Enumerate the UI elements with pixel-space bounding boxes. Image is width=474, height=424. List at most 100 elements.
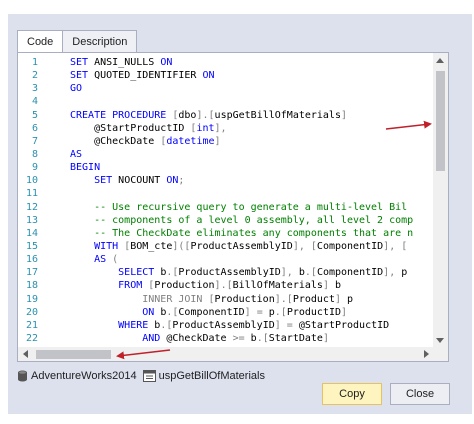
code-line: 19 INNER JOIN [Production].[Product] p xyxy=(18,293,434,306)
code-token: ProductAssemblyID xyxy=(172,319,275,331)
code-token: FROM xyxy=(70,280,149,292)
line-number: 22 xyxy=(25,332,38,344)
code-line: 8 AS xyxy=(18,148,434,161)
code-line: 7 @CheckDate [datetime] xyxy=(18,135,434,148)
scroll-left-arrow-icon[interactable] xyxy=(23,350,28,358)
code-line: 2 SET QUOTED_IDENTIFIER ON xyxy=(18,69,434,82)
stored-procedure-icon xyxy=(142,370,156,382)
tab-description[interactable]: Description xyxy=(62,30,138,52)
code-token: INNER JOIN xyxy=(70,293,209,305)
code-token: BillOfMaterials xyxy=(232,280,323,292)
code-token: Product xyxy=(292,293,335,305)
copy-button[interactable]: Copy xyxy=(322,383,382,405)
line-number: 18 xyxy=(25,280,38,292)
line-number: 7 xyxy=(31,135,38,147)
code-token: ComponentID xyxy=(178,306,245,318)
line-number: 16 xyxy=(25,254,38,266)
code-line: 4 xyxy=(18,95,434,108)
code-token: -- Use recursive query to generate a mul… xyxy=(70,201,408,213)
line-number: 13 xyxy=(25,214,38,226)
code-token: ANSI_NULLS xyxy=(94,57,161,68)
scroll-up-arrow-icon[interactable] xyxy=(436,58,444,63)
code-token: = xyxy=(280,319,299,331)
code-token: @CheckDate xyxy=(70,135,161,147)
code-token: ComponentID xyxy=(316,267,384,279)
line-number: 20 xyxy=(25,306,38,318)
code-token: -- The CheckDate eliminates any componen… xyxy=(70,227,414,239)
line-number: 2 xyxy=(31,70,38,82)
vertical-scrollbar[interactable] xyxy=(433,53,448,348)
code-token: ON xyxy=(70,306,161,318)
database-icon xyxy=(18,370,27,382)
code-token: ProductAssemblyID xyxy=(190,240,293,252)
line-number: 11 xyxy=(25,188,38,200)
scroll-down-arrow-icon[interactable] xyxy=(436,338,444,343)
close-button[interactable]: Close xyxy=(390,383,450,405)
code-line: 13 -- components of a level 0 assembly, … xyxy=(18,214,434,227)
code-token: WITH xyxy=(70,240,125,252)
code-token: AS xyxy=(70,148,83,160)
code-token: ] xyxy=(214,135,221,147)
code-token: p xyxy=(341,293,354,305)
code-token: SET xyxy=(70,175,119,187)
line-number: 21 xyxy=(25,319,38,331)
code-line: 16 AS ( xyxy=(18,253,434,266)
scrollbar-corner xyxy=(433,347,448,361)
code-token: , [ xyxy=(389,240,408,252)
line-number: 6 xyxy=(31,122,38,134)
code-editor[interactable]: 1 SET ANSI_NULLS ON 2 SET QUOTED_IDENTIFIER… xyxy=(17,52,449,362)
code-line: 20 ON b.[ComponentID] = p.[ProductID] xyxy=(18,306,434,319)
line-number: 4 xyxy=(31,96,38,108)
code-token: WHERE xyxy=(70,319,155,331)
code-token: @StartProductID xyxy=(298,319,390,331)
line-number: 5 xyxy=(31,109,38,121)
horizontal-scroll-thumb[interactable] xyxy=(36,350,111,359)
code-text-area[interactable]: 1 SET ANSI_NULLS ON 2 SET QUOTED_IDENTIFIER… xyxy=(18,56,434,348)
code-token: ] xyxy=(322,332,329,344)
code-token: , xyxy=(298,240,311,252)
code-token: ON xyxy=(166,175,179,187)
status-database: AdventureWorks2014 xyxy=(17,370,137,382)
code-token: AND xyxy=(142,332,167,344)
code-token: int xyxy=(196,122,215,134)
code-token: , xyxy=(389,267,402,279)
code-line: 14 -- The CheckDate eliminates any compo… xyxy=(18,227,434,240)
code-token: Production xyxy=(214,293,275,305)
database-name: AdventureWorks2014 xyxy=(31,370,137,382)
tab-strip: Code Description xyxy=(17,30,138,52)
line-number: 8 xyxy=(31,148,38,160)
code-token: SELECT xyxy=(70,267,161,279)
code-line: 18 FROM [Production].[BillOfMaterials] b xyxy=(18,279,434,292)
line-number: 14 xyxy=(25,227,38,239)
code-token: AS xyxy=(70,254,113,266)
code-line: 17 SELECT b.[ProductAssemblyID], b.[Comp… xyxy=(18,266,434,279)
code-line: 11 xyxy=(18,187,434,200)
code-token: ( xyxy=(112,254,119,266)
status-bar: AdventureWorks2014 uspGetBillOfMaterials xyxy=(17,368,271,384)
code-token: @StartProductID xyxy=(70,122,191,134)
code-line: 6 @StartProductID [int], xyxy=(18,122,434,135)
code-token: ProductID xyxy=(286,306,342,318)
code-token: datetime xyxy=(166,135,215,147)
code-token: b xyxy=(328,280,342,292)
horizontal-scrollbar[interactable] xyxy=(18,347,434,361)
code-token: ] xyxy=(340,109,348,121)
code-token: SET xyxy=(70,70,95,82)
code-token: BEGIN xyxy=(70,162,101,174)
code-token: -- components of a level 0 assembly, all… xyxy=(70,214,414,226)
scroll-right-arrow-icon[interactable] xyxy=(424,350,429,358)
code-token: NOCOUNT xyxy=(118,175,167,187)
code-token: ] xyxy=(341,306,348,318)
vertical-scroll-thumb[interactable] xyxy=(436,71,445,171)
code-token: SET xyxy=(70,57,95,68)
code-line: 1 SET ANSI_NULLS ON xyxy=(18,56,434,69)
tab-code[interactable]: Code xyxy=(17,30,64,52)
code-line: 21 WHERE b.[ProductAssemblyID] = @StartP… xyxy=(18,319,434,332)
code-token: ProductAssemblyID xyxy=(178,267,281,279)
code-token: CREATE PROCEDURE xyxy=(70,109,173,121)
code-token: >= xyxy=(232,332,251,344)
code-token: dbo xyxy=(178,109,197,121)
code-token: ; xyxy=(178,175,185,187)
